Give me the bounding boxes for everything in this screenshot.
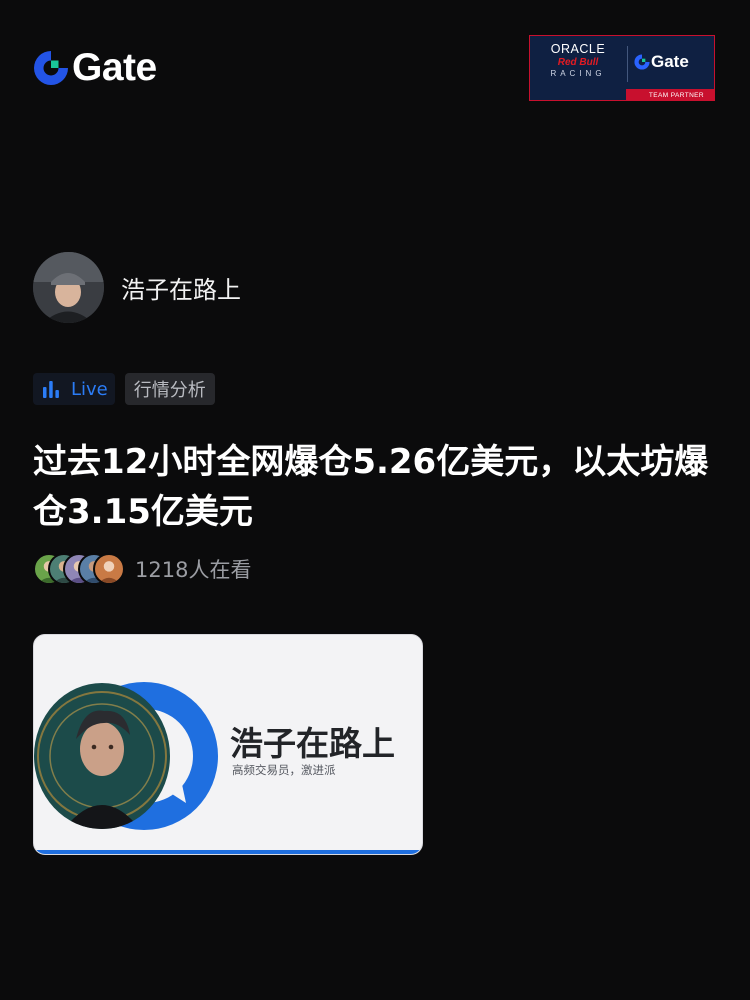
logo-text: Gate [72, 46, 157, 89]
author-name[interactable]: 浩子在路上 [121, 270, 241, 305]
partner-gate-text: Gate [651, 52, 689, 71]
live-label: Live [71, 378, 108, 400]
post-title: 过去12小时全网爆仓5.26亿美元，以太坊爆仓3.15亿美元 [33, 442, 709, 532]
live-tag[interactable]: Live [33, 373, 115, 405]
viewer-avatar [93, 553, 125, 585]
card-streamer-subtitle: 高频交易员，激进派 [232, 763, 336, 777]
category-label: 行情分析 [133, 380, 206, 401]
redbull-text: Red Bull [557, 57, 599, 68]
viewer-row: 1218人在看 [33, 553, 251, 585]
oracle-text: ORACLE [550, 42, 606, 56]
racing-text: RACING [550, 69, 606, 78]
card-portrait [34, 683, 170, 829]
author-avatar[interactable] [33, 252, 104, 323]
team-partner-text: TEAM PARTNER [648, 92, 704, 99]
gate-logo[interactable]: Gate [33, 46, 157, 89]
viewer-count: 1218人在看 [135, 558, 252, 582]
gate-logo-icon [34, 50, 69, 85]
author-row[interactable]: 浩子在路上 [33, 252, 241, 323]
card-streamer-name: 浩子在路上 [230, 724, 395, 763]
gate-partner-icon [634, 54, 650, 70]
team-partner-badge: ORACLE Red Bull RACING Gate TEAM PARTNER [529, 35, 715, 101]
partner-divider [627, 46, 628, 82]
live-preview-card[interactable]: 浩子在路上 高频交易员，激进派 [33, 634, 423, 855]
viewer-avatars [33, 553, 125, 585]
post-tags: Live 行情分析 [33, 373, 215, 405]
card-accent-line [34, 850, 422, 854]
category-tag[interactable]: 行情分析 [124, 373, 215, 405]
bar-chart-icon [43, 381, 59, 398]
user-avatar-icon [33, 252, 104, 323]
